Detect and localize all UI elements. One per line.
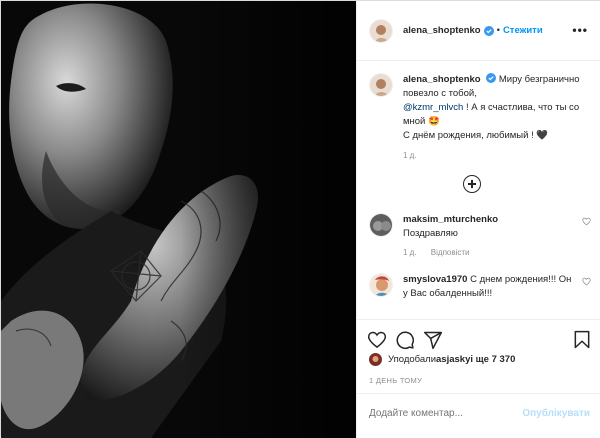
likes-prefix: Уподобали [388,354,437,365]
caption-avatar[interactable] [369,73,393,97]
comment-icon[interactable] [395,330,415,350]
comment-like-heart-icon[interactable] [582,277,591,286]
comment-like-heart-icon[interactable] [582,217,591,226]
comment: maksim_mturchenko Поздравляю 1 д. Відпов… [369,213,591,260]
add-comments-icon[interactable] [463,175,481,193]
comment-username[interactable]: smyslova1970 [403,274,467,285]
caption-text-end: С днём рождения, любимый ! 🖤 [403,130,549,141]
separator-dot: • [496,25,500,36]
verified-icon [483,25,494,36]
liker-username[interactable]: asjasky [436,354,470,365]
comment-username[interactable]: maksim_mturchenko [403,214,498,225]
comment-text: Поздравляю [403,227,458,239]
verified-icon [486,73,497,83]
bookmark-icon[interactable] [572,330,592,350]
commenter-avatar[interactable] [369,273,393,297]
post-date[interactable]: 1 ДЕНЬ ТОМУ [369,376,422,385]
caption-mention[interactable]: @kzmr_mlvch [403,102,463,113]
follow-button[interactable]: Стежити [503,25,543,36]
publish-button[interactable]: Опублікувати [522,408,590,419]
likes-summary: Уподобали asjasky і ще 7 370 [369,353,515,366]
author-username[interactable]: alena_shoptenko [403,25,481,36]
reply-button[interactable]: Відповісти [431,248,470,257]
comment-time[interactable]: 1 д. [403,248,417,257]
add-comment-bar: Опублікувати [357,393,600,438]
post-sidebar: alena_shoptenko • Стежити ••• alena_shop… [356,1,600,438]
caption-username[interactable]: alena_shoptenko [403,74,481,85]
author-avatar[interactable] [369,18,393,43]
post-dialog: alena_shoptenko • Стежити ••• alena_shop… [0,0,600,438]
commenter-avatar[interactable] [369,213,393,237]
post-header: alena_shoptenko • Стежити ••• [357,1,600,61]
more-options-icon[interactable]: ••• [572,24,588,36]
caption-time[interactable]: 1 д. [403,151,417,160]
likes-count[interactable]: і ще 7 370 [470,354,515,365]
post-photo[interactable] [1,1,356,438]
heart-icon[interactable] [367,330,387,350]
liker-avatar[interactable] [369,353,382,366]
share-icon[interactable] [423,330,443,350]
comment: smyslova1970 С днем рождения!!! Он у Вас… [369,273,591,300]
post-caption: alena_shoptenko Миру безгранично повезло… [369,73,591,143]
comment-input[interactable] [369,408,519,419]
